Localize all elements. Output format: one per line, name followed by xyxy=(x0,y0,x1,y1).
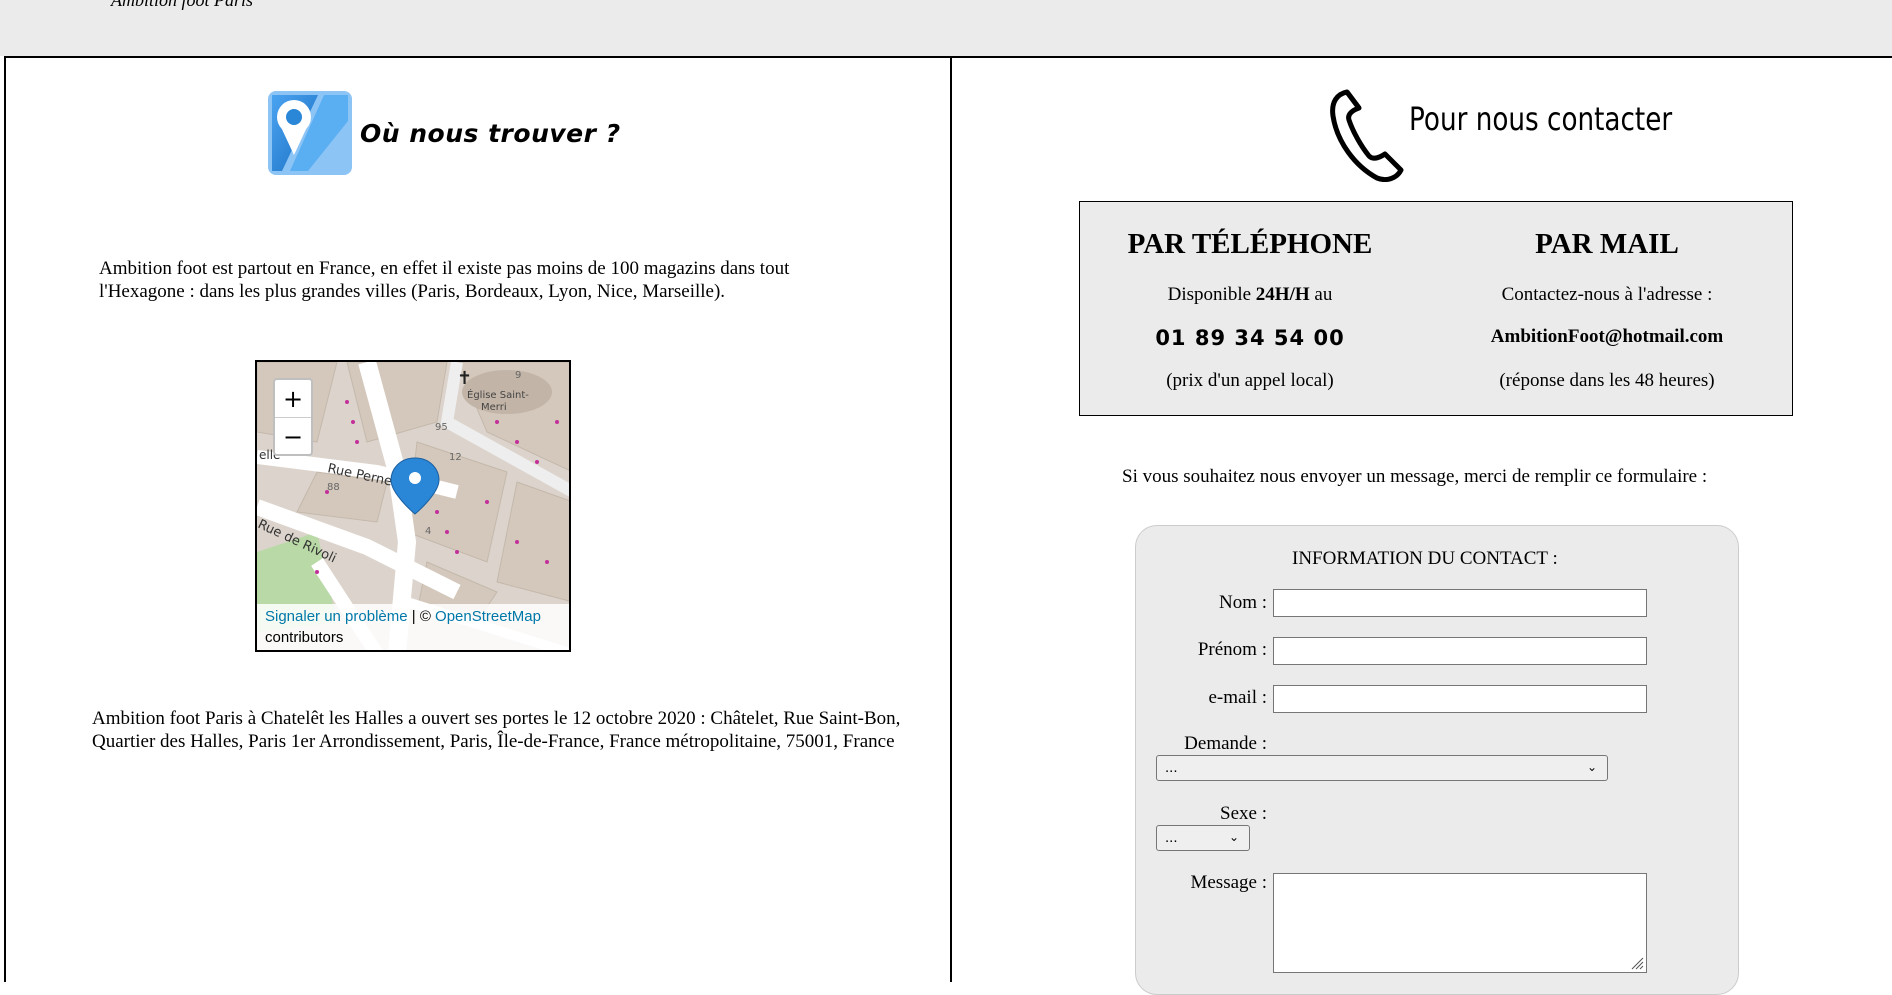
contact-title: Pour nous contacter xyxy=(1409,100,1673,138)
email-label: e-mail : xyxy=(1208,687,1267,708)
phone-note: (prix d'un appel local) xyxy=(1166,370,1334,391)
form-title: INFORMATION DU CONTACT : xyxy=(1292,548,1558,569)
email-input[interactable] xyxy=(1273,685,1647,713)
contact-info-box: PAR TÉLÉPHONE Disponible 24H/H au 01 89 … xyxy=(1079,201,1793,416)
demande-select[interactable]: ... ⌄ xyxy=(1156,755,1608,781)
store-address-text: Ambition foot Paris à Chatelêt les Halle… xyxy=(92,708,901,752)
attribution-separator: | © xyxy=(407,608,436,625)
map-zoom-control: + − xyxy=(273,378,313,456)
find-us-title: Où nous trouver ? xyxy=(360,118,621,148)
map-label-9: 9 xyxy=(515,370,521,381)
mail-title: PAR MAIL xyxy=(1535,228,1679,260)
brand-text: Ambition foot Paris xyxy=(111,0,254,10)
prenom-input[interactable] xyxy=(1273,637,1647,665)
nom-input[interactable] xyxy=(1273,589,1647,617)
location-pin-icon xyxy=(268,91,352,175)
chevron-down-icon: ⌄ xyxy=(1228,830,1239,844)
zoom-out-button[interactable]: − xyxy=(275,418,311,455)
openstreetmap-link[interactable]: OpenStreetMap xyxy=(435,608,541,625)
map-label-4: 4 xyxy=(425,526,431,537)
chevron-down-icon: ⌄ xyxy=(1586,760,1597,774)
prenom-label: Prénom : xyxy=(1197,639,1267,660)
phone-availability: Disponible 24H/H au xyxy=(1167,284,1333,305)
mail-address: AmbitionFoot@hotmail.com xyxy=(1490,326,1724,347)
message-textarea[interactable] xyxy=(1273,873,1647,973)
contributors-text: contributors xyxy=(265,629,344,646)
zoom-in-button[interactable]: + xyxy=(275,380,311,418)
form-intro-text: Si vous souhaitez nous envoyer un messag… xyxy=(1122,466,1708,487)
phone-icon xyxy=(1330,89,1404,182)
map-label-95: 95 xyxy=(435,422,448,433)
sexe-label: Sexe : xyxy=(1220,803,1267,824)
map-label-88: 88 xyxy=(327,482,340,493)
mail-note: (réponse dans les 48 heures) xyxy=(1499,370,1715,391)
svg-text:✝: ✝ xyxy=(457,368,472,389)
store-map[interactable]: Église Saint- Merri Rue Pernelle Rue de … xyxy=(255,360,571,652)
message-label: Message : xyxy=(1190,872,1267,893)
phone-title: PAR TÉLÉPHONE xyxy=(1127,228,1373,260)
map-label-church: Église Saint- xyxy=(467,388,529,401)
map-attribution: Signaler un problème | © OpenStreetMap c… xyxy=(257,604,569,650)
stores-intro-text: Ambition foot est partout en France, en … xyxy=(99,258,790,302)
map-label-12: 12 xyxy=(449,452,462,463)
phone-number: 01 89 34 54 00 xyxy=(1155,326,1345,350)
contact-heading: Pour nous contacter xyxy=(1329,86,1730,182)
resize-handle-icon[interactable] xyxy=(1630,956,1644,970)
find-us-heading: Où nous trouver ? xyxy=(268,90,621,176)
mail-intro: Contactez-nous à l'adresse : xyxy=(1501,284,1713,305)
sexe-select[interactable]: ... ⌄ xyxy=(1156,825,1250,851)
top-header: Ambition foot Paris xyxy=(0,0,1892,56)
report-problem-link[interactable]: Signaler un problème xyxy=(265,608,408,625)
map-label-church-2: Merri xyxy=(481,402,507,413)
nom-label: Nom : xyxy=(1218,592,1267,613)
demande-label: Demande : xyxy=(1184,733,1267,754)
